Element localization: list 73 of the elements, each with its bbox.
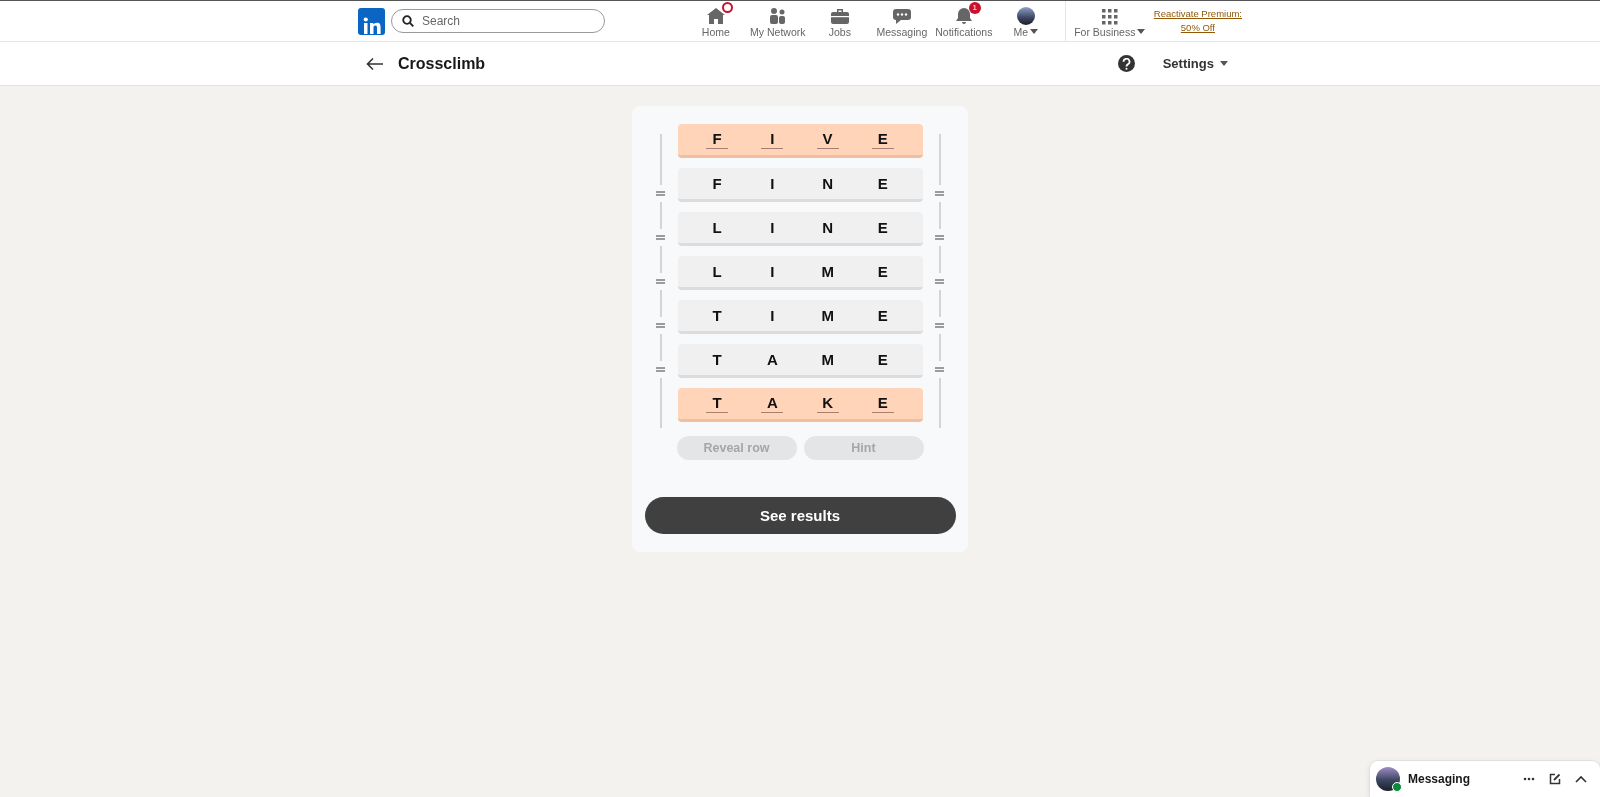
letter: I: [769, 306, 776, 325]
letter-blank: E: [871, 130, 894, 149]
nav-item[interactable]: 1 Notifications: [932, 4, 995, 38]
drag-handle-icon[interactable]: [935, 366, 944, 372]
letter-blank: K: [816, 394, 839, 413]
briefcase-icon: [829, 6, 850, 25]
word-row[interactable]: F I N E: [677, 168, 923, 202]
nav-item[interactable]: Home: [684, 4, 747, 38]
drag-handle-icon[interactable]: [935, 190, 944, 196]
letter: E: [876, 262, 889, 281]
grid-icon: [1101, 8, 1118, 25]
letter: N: [821, 174, 835, 193]
messaging-dock[interactable]: Messaging: [1370, 761, 1600, 797]
letter: N: [821, 218, 835, 237]
settings-button[interactable]: Settings: [1156, 55, 1234, 72]
compose-icon: [1549, 773, 1561, 785]
help-icon[interactable]: [1117, 55, 1135, 72]
letter-blank: A: [761, 394, 784, 413]
letter: M: [820, 262, 835, 281]
drag-handle-icon[interactable]: [935, 278, 944, 284]
letter: I: [769, 218, 776, 237]
notification-badge: 1: [968, 1, 981, 14]
more-icon: [1523, 777, 1535, 781]
letter: I: [769, 174, 776, 193]
page-title: Crossclimb: [398, 54, 486, 73]
nav-item[interactable]: My Network: [746, 4, 809, 38]
letter: M: [820, 306, 835, 325]
search-icon: [402, 15, 414, 27]
chevron-up-icon: [1575, 775, 1587, 783]
caret-icon: [1220, 61, 1228, 66]
letter: L: [711, 218, 723, 237]
see-results-button[interactable]: See results: [644, 497, 956, 534]
nav-item[interactable]: Jobs: [808, 4, 871, 38]
chat-icon: [891, 6, 912, 25]
letter: T: [711, 306, 723, 325]
letter: L: [711, 262, 723, 281]
drag-handle-icon[interactable]: [656, 234, 665, 240]
drag-handle-icon[interactable]: [656, 278, 665, 284]
search-field[interactable]: Search: [391, 9, 605, 33]
drag-handle-icon[interactable]: [935, 234, 944, 240]
letter-blank: T: [706, 394, 729, 413]
nav-item[interactable]: Messaging: [870, 4, 933, 38]
drag-handle-icon[interactable]: [935, 322, 944, 328]
word-row[interactable]: L I M E: [677, 256, 923, 290]
word-row[interactable]: T A M E: [677, 344, 923, 378]
drag-handle-icon[interactable]: [656, 190, 665, 196]
caret-icon: [1137, 29, 1146, 34]
people-icon: [767, 6, 788, 25]
letter-blank: F: [706, 130, 729, 149]
nav-item[interactable]: Me: [994, 4, 1057, 38]
letter: A: [765, 350, 779, 369]
premium-link[interactable]: Reactivate Premium: 50% Off: [1153, 7, 1242, 35]
home-icon: [705, 6, 726, 25]
letter: E: [876, 350, 889, 369]
dock-title: Messaging: [1408, 772, 1471, 786]
letter: T: [711, 350, 723, 369]
word-row[interactable]: L I N E: [677, 212, 923, 246]
letter: F: [711, 174, 723, 193]
word-row[interactable]: T I M E: [677, 300, 923, 334]
letter-blank: V: [816, 130, 839, 149]
letter-blank: I: [761, 130, 784, 149]
drag-handle-icon[interactable]: [656, 366, 665, 372]
drag-handle-icon[interactable]: [656, 322, 665, 328]
letter: M: [820, 350, 835, 369]
letter: E: [876, 306, 889, 325]
logo-icon[interactable]: [358, 7, 385, 35]
letter-blank: E: [871, 394, 894, 413]
letter: E: [876, 174, 889, 193]
nav-item[interactable]: For Business: [1073, 4, 1146, 38]
letter: I: [769, 262, 776, 281]
avatar: [1016, 6, 1035, 25]
letter: E: [876, 218, 889, 237]
bell-icon: [953, 6, 974, 25]
